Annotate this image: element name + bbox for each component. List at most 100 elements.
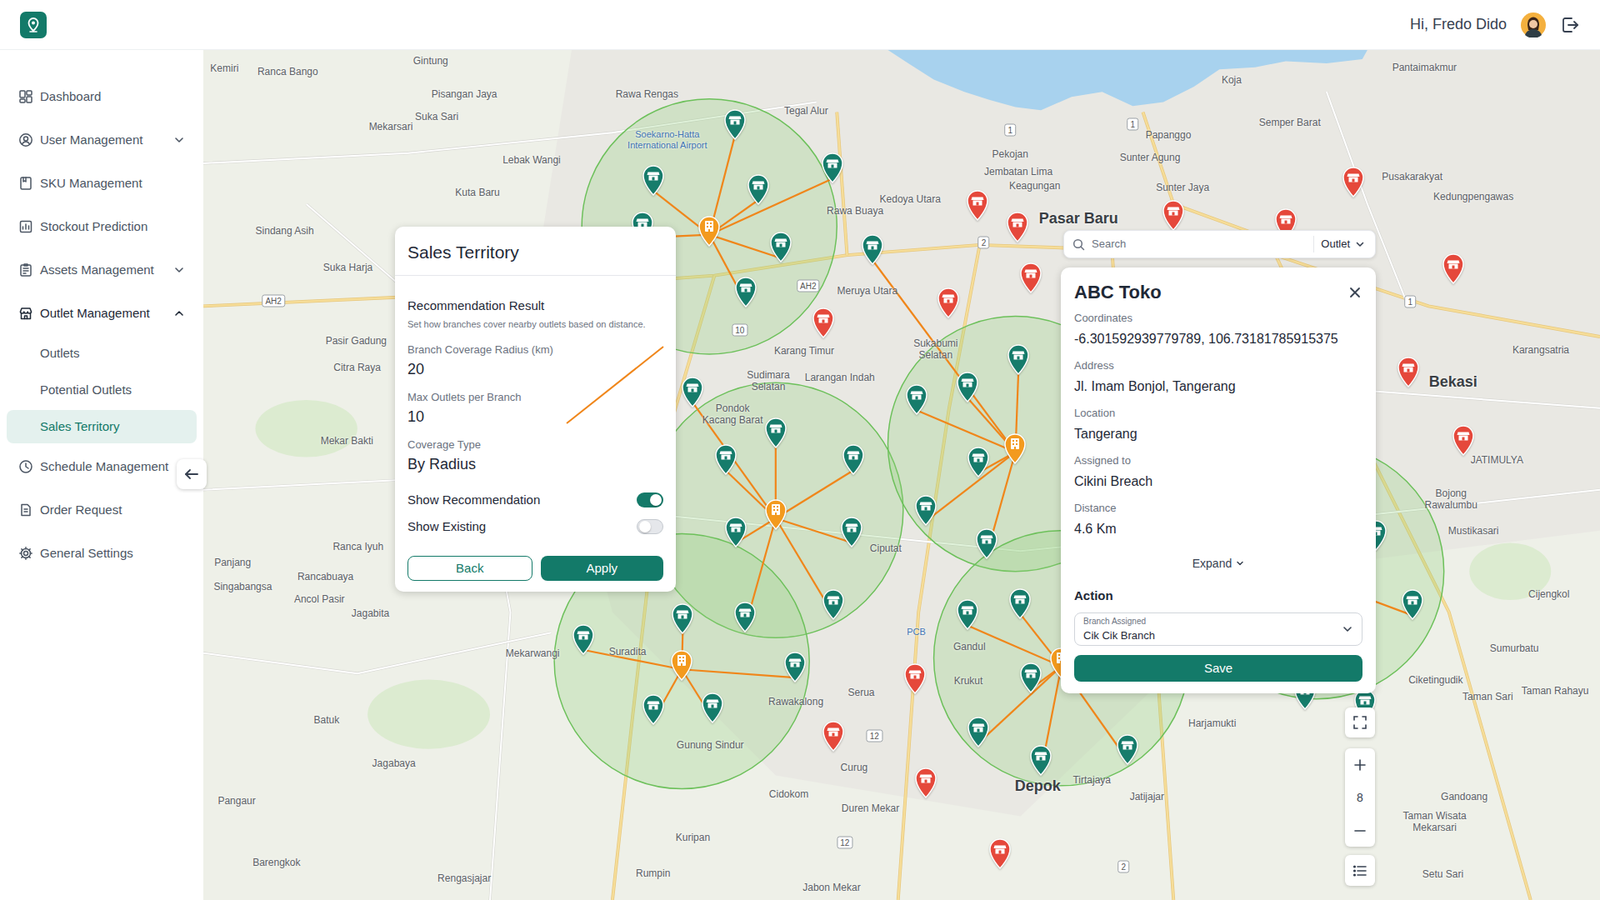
list-icon[interactable] bbox=[1345, 855, 1375, 886]
outlet-pin-icon[interactable] bbox=[733, 275, 759, 308]
outlet-pin-icon[interactable] bbox=[820, 588, 846, 620]
branch-pin-icon[interactable] bbox=[1002, 432, 1028, 465]
potential-outlet-pin-icon[interactable] bbox=[913, 766, 939, 799]
setting-value[interactable]: 20 bbox=[407, 360, 664, 379]
sidebar-item[interactable]: Dashboard bbox=[6, 75, 197, 119]
zoom-out-icon[interactable] bbox=[1345, 814, 1375, 847]
map-place-label: Ciputat bbox=[870, 542, 902, 555]
sidebar-subitem[interactable]: Potential Outlets bbox=[6, 373, 197, 407]
potential-outlet-pin-icon[interactable] bbox=[1450, 424, 1476, 456]
potential-outlet-pin-icon[interactable] bbox=[987, 837, 1013, 870]
close-icon[interactable] bbox=[1347, 285, 1363, 300]
outlet-pin-icon[interactable] bbox=[860, 233, 885, 265]
back-button[interactable]: Back bbox=[407, 555, 533, 581]
potential-outlet-pin-icon[interactable] bbox=[1160, 199, 1186, 231]
avatar-icon[interactable] bbox=[1520, 12, 1546, 38]
zoom-in-icon[interactable] bbox=[1345, 748, 1375, 781]
potential-outlet-pin-icon[interactable] bbox=[810, 306, 836, 339]
outlet-pin-icon[interactable] bbox=[570, 623, 596, 655]
sidebar-item[interactable]: Order Request bbox=[6, 488, 197, 532]
outlet-pin-icon[interactable] bbox=[965, 715, 991, 748]
map-place-label: Jembatan Lima bbox=[984, 165, 1053, 178]
logo-icon[interactable] bbox=[20, 11, 47, 39]
map[interactable]: KemiriRanca BangoGintungPisangan JayaRaw… bbox=[203, 50, 1600, 900]
save-button[interactable]: Save bbox=[1074, 655, 1363, 682]
outlet-pin-icon[interactable] bbox=[700, 691, 725, 724]
map-place-label: Gandoang bbox=[1440, 790, 1488, 803]
branch-pin-icon[interactable] bbox=[763, 498, 789, 530]
outlet-pin-icon[interactable] bbox=[913, 494, 939, 526]
sidebar-item[interactable]: SKU Management bbox=[6, 161, 197, 205]
sidebar-subitem[interactable]: Sales Territory bbox=[6, 410, 197, 444]
outlet-pin-icon[interactable] bbox=[680, 375, 705, 408]
setting-field: Max Outlets per Branch 10 bbox=[407, 390, 664, 426]
outlet-pin-icon[interactable] bbox=[723, 515, 749, 548]
outlet-pin-icon[interactable] bbox=[782, 650, 808, 683]
outlet-pin-icon[interactable] bbox=[1115, 733, 1140, 765]
branch-pin-icon[interactable] bbox=[669, 649, 695, 681]
potential-outlet-pin-icon[interactable] bbox=[1440, 252, 1466, 285]
sidebar-item[interactable]: Stockout Prediction bbox=[6, 205, 197, 249]
apply-button[interactable]: Apply bbox=[540, 555, 665, 581]
outlet-pin-icon[interactable] bbox=[1400, 588, 1425, 620]
toggle-switch[interactable] bbox=[636, 492, 664, 508]
sidebar-item[interactable]: Outlet Management bbox=[6, 291, 197, 335]
outlet-pin-icon[interactable] bbox=[713, 443, 739, 475]
chevron-down-icon[interactable] bbox=[173, 134, 185, 146]
outlet-pin-icon[interactable] bbox=[640, 164, 666, 196]
logout-icon[interactable] bbox=[1560, 15, 1580, 35]
collapse-sidebar-button[interactable] bbox=[176, 459, 207, 490]
map-place-label: Suka Harja bbox=[323, 261, 373, 274]
sidebar-item[interactable]: Schedule Management bbox=[6, 445, 197, 489]
search-input[interactable] bbox=[1091, 235, 1307, 253]
sidebar-item[interactable]: Assets Management bbox=[6, 248, 197, 292]
toggle-switch[interactable] bbox=[636, 519, 664, 535]
setting-value[interactable]: 10 bbox=[407, 407, 664, 426]
outlet-pin-icon[interactable] bbox=[839, 515, 865, 548]
map-place-label: Kuripan bbox=[675, 831, 710, 844]
sidebar-item[interactable]: User Management bbox=[6, 118, 197, 162]
branch-select[interactable]: Branch AssignedCik Cik Branch bbox=[1074, 612, 1363, 646]
search-filter-dropdown[interactable]: Outlet bbox=[1320, 235, 1367, 253]
potential-outlet-pin-icon[interactable] bbox=[1005, 210, 1030, 243]
outlet-pin-icon[interactable] bbox=[768, 230, 794, 263]
outlet-pin-icon[interactable] bbox=[732, 600, 758, 633]
map-place-label: Rawakalong bbox=[768, 695, 824, 708]
potential-outlet-pin-icon[interactable] bbox=[820, 720, 846, 752]
setting-value[interactable]: By Radius bbox=[407, 455, 664, 474]
sidebar-item[interactable]: General Settings bbox=[6, 531, 197, 575]
outlet-pin-icon[interactable] bbox=[1028, 744, 1054, 776]
outlet-pin-icon[interactable] bbox=[965, 445, 991, 478]
outlet-pin-icon[interactable] bbox=[904, 383, 930, 415]
outlet-pin-icon[interactable] bbox=[670, 602, 695, 635]
outlet-pin-icon[interactable] bbox=[974, 527, 1000, 560]
outlet-pin-icon[interactable] bbox=[745, 173, 771, 205]
outlet-pin-icon[interactable] bbox=[1018, 661, 1044, 694]
outlet-pin-icon[interactable] bbox=[763, 416, 789, 449]
outlet-pin-icon[interactable] bbox=[820, 151, 845, 184]
outlet-pin-icon[interactable] bbox=[840, 443, 866, 475]
potential-outlet-pin-icon[interactable] bbox=[1018, 261, 1044, 294]
outlet-pin-icon[interactable] bbox=[640, 693, 666, 725]
map-place-label: Cidokom bbox=[769, 788, 809, 800]
chevron-down-icon[interactable] bbox=[173, 264, 185, 276]
map-place-label: Ranca Bango bbox=[257, 65, 319, 78]
outlet-pin-icon[interactable] bbox=[1005, 343, 1031, 375]
setting-label: Max Outlets per Branch bbox=[407, 390, 664, 405]
branch-pin-icon[interactable] bbox=[696, 215, 722, 247]
sidebar-subitem[interactable]: Outlets bbox=[6, 336, 197, 370]
fullscreen-icon[interactable] bbox=[1345, 707, 1375, 738]
map-place-label: Kuta Baru bbox=[455, 186, 500, 199]
potential-outlet-pin-icon[interactable] bbox=[1340, 165, 1366, 198]
outlet-pin-icon[interactable] bbox=[955, 598, 980, 630]
outlet-pin-icon[interactable] bbox=[722, 108, 748, 140]
potential-outlet-pin-icon[interactable] bbox=[1395, 355, 1421, 388]
potential-outlet-pin-icon[interactable] bbox=[902, 662, 928, 695]
chevron-up-icon[interactable] bbox=[173, 307, 185, 320]
potential-outlet-pin-icon[interactable] bbox=[965, 189, 990, 221]
outlet-pin-icon[interactable] bbox=[955, 370, 980, 403]
potential-outlet-pin-icon[interactable] bbox=[935, 286, 961, 319]
outlet-pin-icon[interactable] bbox=[1007, 587, 1033, 620]
road-shield: 12 bbox=[866, 729, 883, 742]
expand-toggle[interactable]: Expand bbox=[1074, 555, 1363, 572]
